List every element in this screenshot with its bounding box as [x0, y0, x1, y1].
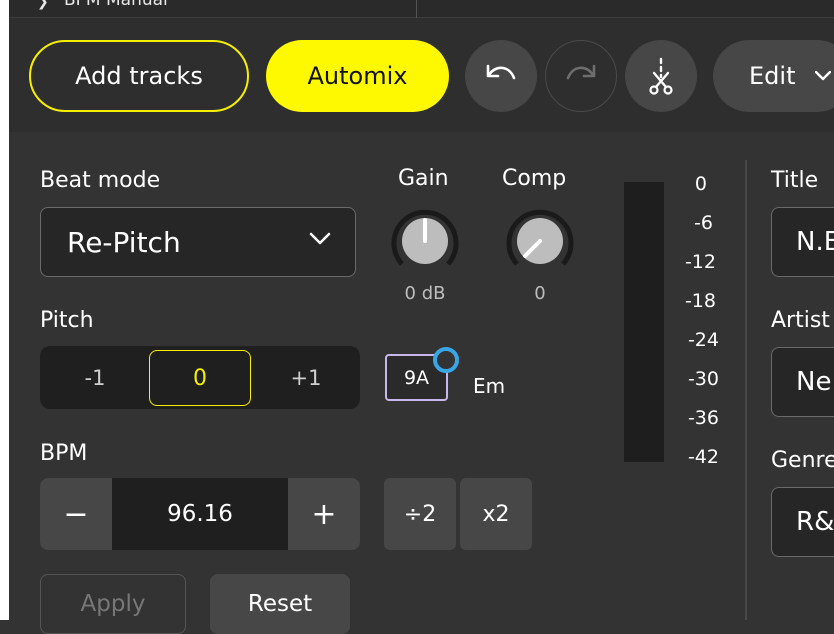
chevron-down-icon [815, 71, 832, 81]
bpm-increment-button[interactable]: + [288, 478, 360, 550]
beat-mode-select[interactable]: Re-Pitch [40, 207, 356, 277]
level-meter [624, 182, 664, 462]
comp-knob[interactable] [505, 206, 575, 276]
tab-divider [416, 0, 417, 18]
bpm-input[interactable]: 96.16 [112, 478, 288, 550]
bpm-label: BPM [40, 441, 88, 466]
edit-menu-button[interactable]: Edit [713, 40, 834, 112]
pitch-minus-button[interactable]: -1 [40, 346, 150, 409]
title-label: Title [771, 168, 819, 193]
cut-button[interactable] [625, 40, 697, 112]
undo-button[interactable] [465, 40, 537, 112]
genre-input[interactable]: R& [771, 487, 834, 557]
bpm-decrement-button[interactable]: − [40, 478, 112, 550]
scissors-icon [649, 57, 673, 95]
gain-label: Gain [398, 166, 449, 191]
pitch-zero-button[interactable]: 0 [149, 350, 251, 406]
panel-divider [745, 160, 747, 620]
pitch-label: Pitch [40, 308, 94, 333]
comp-value: 0 [534, 283, 546, 304]
meter-scale-label: 0 [694, 173, 707, 195]
genre-label: Genre [771, 448, 834, 473]
bpm-double-button[interactable]: x2 [460, 478, 532, 550]
apply-button[interactable]: Apply [40, 574, 186, 634]
artist-label: Artist [771, 308, 830, 333]
window-edge [0, 0, 9, 620]
meter-scale-label: -12 [684, 251, 716, 273]
gain-value: 0 dB [404, 283, 446, 304]
top-tab-bar: ❯ BPM Manual [9, 0, 834, 18]
pitch-plus-button[interactable]: +1 [252, 346, 360, 409]
add-tracks-button[interactable]: Add tracks [29, 40, 249, 112]
undo-icon [486, 64, 516, 80]
key-name: Em [473, 374, 506, 398]
meter-scale-label: -24 [687, 329, 719, 351]
key-indicator-icon [433, 347, 459, 373]
artist-input[interactable]: Ne [771, 347, 834, 417]
gain-knob[interactable] [390, 206, 460, 276]
bpm-stepper: − 96.16 + [40, 478, 360, 550]
bpm-half-button[interactable]: ÷2 [384, 478, 456, 550]
redo-icon [566, 64, 596, 80]
chevron-right-icon[interactable]: ❯ [37, 0, 49, 10]
tab-label[interactable]: BPM Manual [64, 0, 168, 10]
comp-label: Comp [502, 166, 567, 191]
meter-scale-label: -36 [687, 407, 719, 429]
title-input[interactable]: N.E [771, 207, 834, 277]
meter-scale-label: -42 [687, 446, 719, 468]
reset-button[interactable]: Reset [210, 574, 350, 634]
meter-scale-label: -30 [687, 368, 719, 390]
automix-button[interactable]: Automix [266, 40, 449, 112]
beat-mode-value: Re-Pitch [67, 225, 181, 259]
chevron-down-icon [309, 232, 331, 245]
beat-mode-label: Beat mode [40, 168, 161, 193]
edit-label: Edit [749, 62, 796, 90]
meter-scale-label: -18 [684, 290, 716, 312]
meter-scale-label: -6 [694, 212, 713, 234]
redo-button[interactable] [545, 40, 617, 112]
